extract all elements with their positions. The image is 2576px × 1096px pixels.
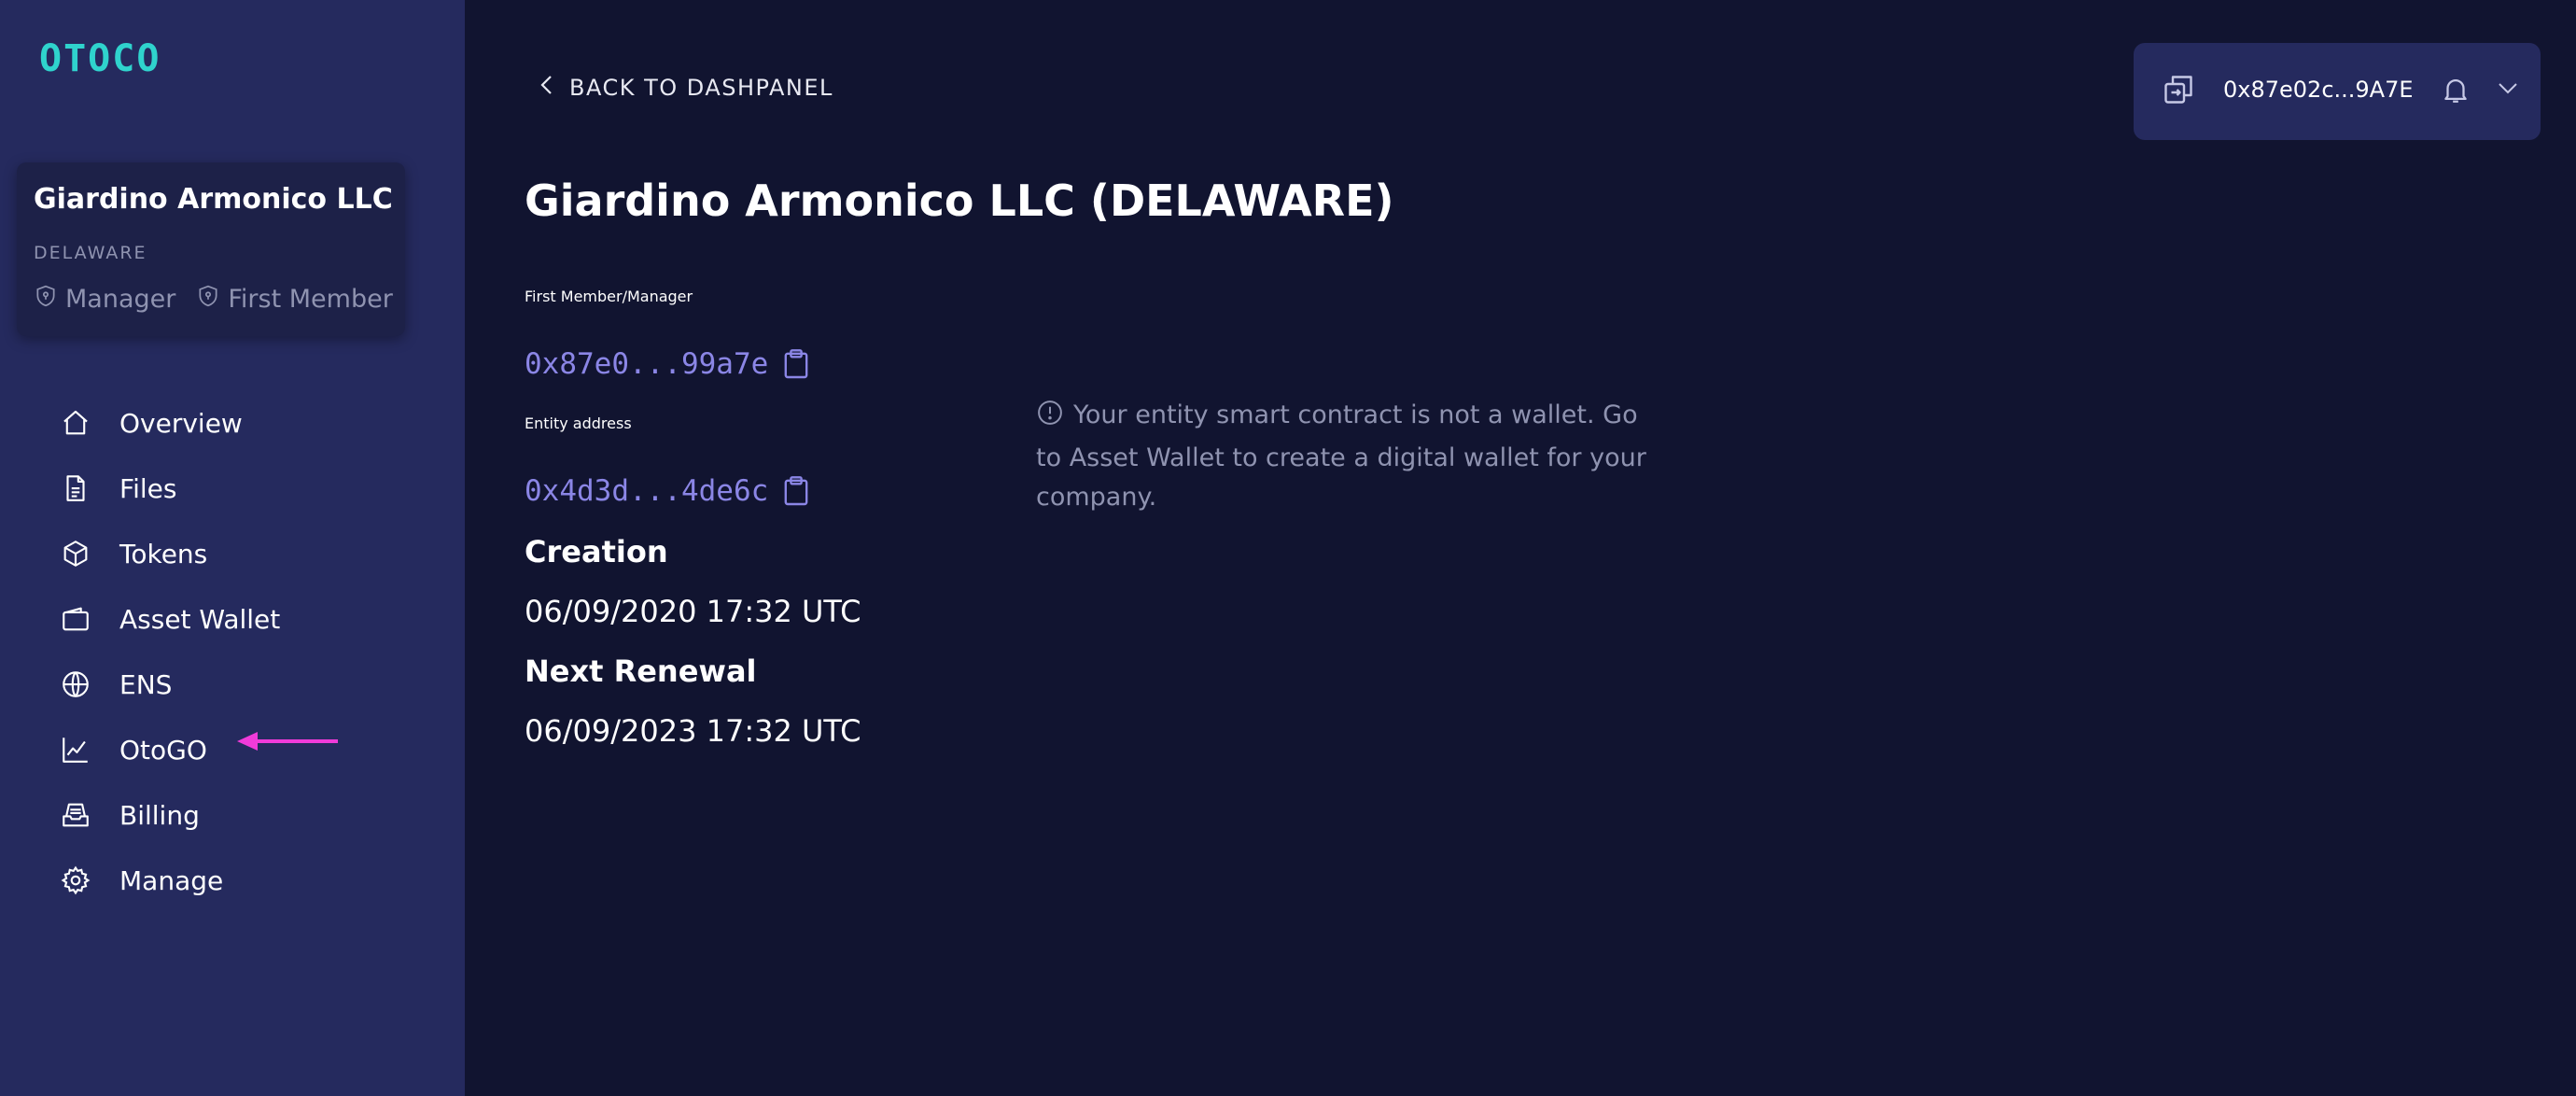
cube-icon	[60, 538, 91, 569]
entity-address-label: Entity address	[525, 415, 632, 432]
role-label: Manager	[65, 285, 176, 314]
wallet-icon	[60, 603, 91, 635]
notice-text: Your entity smart contract is not a wall…	[1036, 400, 1646, 512]
clipboard-copy-icon[interactable]	[783, 475, 809, 507]
first-member-address[interactable]: 0x87e0...99a7e	[525, 347, 768, 381]
info-circle-icon	[1036, 399, 1064, 439]
chevron-left-icon	[539, 75, 554, 101]
pointer-arrow-annotation	[237, 732, 338, 751]
sidebar-item-label: Billing	[119, 799, 200, 831]
sidebar-item-label: Files	[119, 472, 177, 504]
globe-icon	[60, 668, 91, 700]
sidebar: OTOCO Giardino Armonico LLC DELAWARE Man…	[0, 0, 465, 1096]
sidebar-item-label: OtoGO	[119, 734, 207, 766]
creation-value: 06/09/2020 17:32 UTC	[525, 594, 861, 629]
home-icon	[60, 407, 91, 439]
inbox-icon	[60, 799, 91, 831]
role-badge-manager: Manager	[34, 284, 175, 315]
clipboard-copy-icon[interactable]	[783, 348, 809, 380]
sidebar-item-label: Overview	[119, 407, 243, 439]
entity-address-row: 0x4d3d...4de6c	[525, 474, 809, 508]
renewal-value: 06/09/2023 17:32 UTC	[525, 713, 861, 749]
entity-name: Giardino Armonico LLC	[34, 183, 393, 216]
wallet-account-box[interactable]: 0x87e02c...9A7E	[2134, 43, 2541, 140]
entity-address[interactable]: 0x4d3d...4de6c	[525, 474, 768, 508]
sidebar-item-label: Tokens	[119, 538, 208, 569]
wallet-notice: Your entity smart contract is not a wall…	[1036, 396, 1652, 517]
sidebar-item-label: ENS	[119, 668, 173, 700]
first-member-label: First Member/Manager	[525, 288, 693, 305]
page-title: Giardino Armonico LLC (DELAWARE)	[525, 176, 1394, 226]
sidebar-item-overview[interactable]: Overview	[60, 390, 280, 456]
creation-label: Creation	[525, 534, 668, 569]
otoco-logo[interactable]: OTOCO	[39, 37, 161, 80]
entity-jurisdiction: DELAWARE	[34, 243, 147, 263]
shield-icon	[196, 284, 220, 315]
back-to-dashpanel-link[interactable]: BACK TO DASHPANEL	[539, 75, 833, 101]
role-label: First Member	[228, 285, 393, 314]
sidebar-item-tokens[interactable]: Tokens	[60, 521, 280, 586]
file-icon	[60, 472, 91, 504]
bell-icon[interactable]	[2440, 73, 2471, 106]
back-label: BACK TO DASHPANEL	[569, 75, 833, 101]
wallet-address[interactable]: 0x87e02c...9A7E	[2223, 77, 2414, 103]
sidebar-item-files[interactable]: Files	[60, 456, 280, 521]
role-badge-first-member: First Member	[196, 284, 393, 315]
entity-roles: Manager First Member	[34, 284, 406, 315]
renewal-label: Next Renewal	[525, 653, 757, 689]
entity-card[interactable]: Giardino Armonico LLC DELAWARE Manager F…	[17, 162, 405, 336]
chart-line-icon	[60, 734, 91, 766]
chevron-down-icon[interactable]	[2496, 78, 2520, 97]
first-member-address-row: 0x87e0...99a7e	[525, 347, 809, 381]
sidebar-item-manage[interactable]: Manage	[60, 848, 280, 913]
gear-icon	[60, 864, 91, 896]
shield-icon	[34, 284, 58, 315]
sidebar-item-ens[interactable]: ENS	[60, 652, 280, 717]
sidebar-item-label: Asset Wallet	[119, 603, 281, 635]
switch-network-icon[interactable]	[2162, 73, 2195, 106]
sidebar-item-label: Manage	[119, 864, 224, 896]
sidebar-item-billing[interactable]: Billing	[60, 782, 280, 848]
sidebar-nav: Overview Files Tokens Asset Wallet ENS O…	[60, 390, 280, 913]
sidebar-item-asset-wallet[interactable]: Asset Wallet	[60, 586, 280, 652]
